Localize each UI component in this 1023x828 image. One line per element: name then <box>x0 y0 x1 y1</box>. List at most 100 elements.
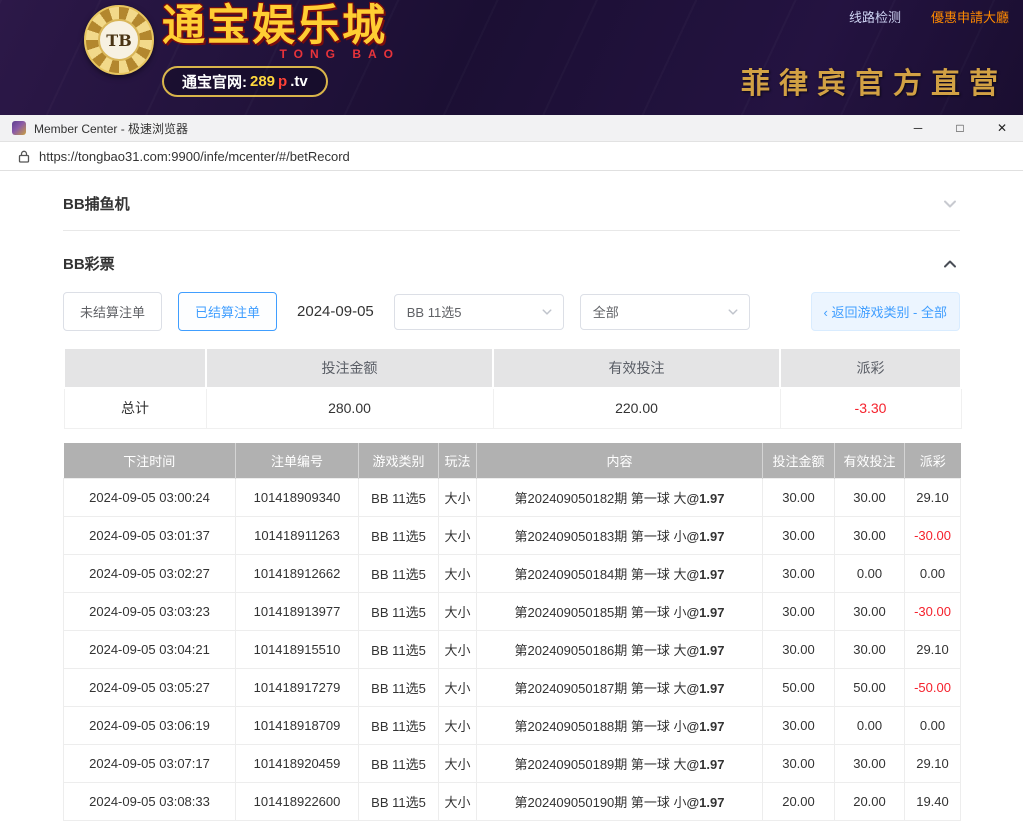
cell-order-no: 101418920459 <box>236 745 359 783</box>
banner-top-links: 线路检测 優惠申請大廳 <box>849 7 1009 26</box>
cell-order-no: 101418913977 <box>236 593 359 631</box>
bet-record-page: BB捕鱼机 BB彩票 未结算注单 已结算注单 2024-09-05 BB 11选… <box>0 171 1023 828</box>
minimize-button[interactable]: ─ <box>897 115 939 141</box>
url-field[interactable]: https://tongbao31.com:9900/infe/mcenter/… <box>39 149 350 164</box>
cell-payout: 19.40 <box>905 783 961 821</box>
cell-bet-time: 2024-09-05 03:04:21 <box>64 631 236 669</box>
cell-bet-amount: 30.00 <box>763 517 835 555</box>
summary-header-row: 投注金额 有效投注 派彩 <box>64 348 961 388</box>
table-row: 2024-09-05 03:02:27101418912662BB 11选5大小… <box>64 555 961 593</box>
content-text: 第202409050188期 第一球 小 <box>515 719 687 734</box>
summary-valid-bet: 220.00 <box>493 388 780 428</box>
cell-bet-time: 2024-09-05 03:07:17 <box>64 745 236 783</box>
site-url-part2: p <box>278 73 287 90</box>
cell-play-type: 大小 <box>439 707 477 745</box>
cell-order-no: 101418918709 <box>236 707 359 745</box>
unsettled-bets-button[interactable]: 未结算注单 <box>63 292 162 331</box>
cell-bet-time: 2024-09-05 03:00:24 <box>64 479 236 517</box>
header-play-type: 玩法 <box>439 443 477 479</box>
section-lottery[interactable]: BB彩票 <box>63 231 960 278</box>
cell-valid-bet: 30.00 <box>835 745 905 783</box>
content-text: 第202409050186期 第一球 大 <box>515 643 687 658</box>
chevron-down-icon[interactable] <box>940 194 960 214</box>
brand-block: 通宝娱乐城 TONG BAO 通宝官网: 289p.tv <box>162 4 400 97</box>
cell-content: 第202409050186期 第一球 大@1.97 <box>477 631 763 669</box>
game-type-select-value: BB 11选5 <box>407 302 462 321</box>
official-site-pill: 通宝官网: 289p.tv <box>162 66 328 97</box>
table-row: 2024-09-05 03:08:33101418922600BB 11选5大小… <box>64 783 961 821</box>
cell-valid-bet: 20.00 <box>835 783 905 821</box>
summary-header-valid-bet: 有效投注 <box>493 348 780 388</box>
bet-table-body: 2024-09-05 03:00:24101418909340BB 11选5大小… <box>64 479 961 821</box>
cell-content: 第202409050190期 第一球 小@1.97 <box>477 783 763 821</box>
filter-bar: 未结算注单 已结算注单 2024-09-05 BB 11选5 全部 ‹ 返回游戏… <box>63 292 960 331</box>
content-text: 第202409050185期 第一球 小 <box>515 605 687 620</box>
cell-bet-amount: 30.00 <box>763 707 835 745</box>
maximize-button[interactable]: □ <box>939 115 981 141</box>
date-filter[interactable]: 2024-09-05 <box>297 303 374 320</box>
cell-content: 第202409050187期 第一球 大@1.97 <box>477 669 763 707</box>
cell-bet-amount: 30.00 <box>763 631 835 669</box>
cell-bet-amount: 30.00 <box>763 593 835 631</box>
content-odds: @1.97 <box>687 529 725 544</box>
window-controls: ─ □ ✕ <box>897 115 1023 141</box>
brand-chip-label: TB <box>98 19 140 61</box>
promo-apply-link[interactable]: 優惠申請大廳 <box>931 7 1009 26</box>
close-button[interactable]: ✕ <box>981 115 1023 141</box>
cell-bet-time: 2024-09-05 03:01:37 <box>64 517 236 555</box>
section-fishing[interactable]: BB捕鱼机 <box>63 171 960 231</box>
screen: TB 通宝娱乐城 TONG BAO 通宝官网: 289p.tv 线路检测 優惠申… <box>0 0 1023 828</box>
cell-valid-bet: 50.00 <box>835 669 905 707</box>
back-to-game-category-button[interactable]: ‹ 返回游戏类别 - 全部 <box>811 292 961 331</box>
content-odds: @1.97 <box>687 795 725 810</box>
header-bet-amount: 投注金额 <box>763 443 835 479</box>
cell-play-type: 大小 <box>439 517 477 555</box>
cell-play-type: 大小 <box>439 555 477 593</box>
summary-total-row: 总计 280.00 220.00 -3.30 <box>64 388 961 428</box>
content-odds: @1.97 <box>687 605 725 620</box>
cell-order-no: 101418911263 <box>236 517 359 555</box>
header-payout: 派彩 <box>905 443 961 479</box>
cell-bet-time: 2024-09-05 03:08:33 <box>64 783 236 821</box>
browser-favicon <box>12 121 26 135</box>
browser-titlebar: Member Center - 极速浏览器 ─ □ ✕ <box>0 115 1023 142</box>
cell-bet-time: 2024-09-05 03:02:27 <box>64 555 236 593</box>
cell-payout: -30.00 <box>905 517 961 555</box>
window-title: Member Center - 极速浏览器 <box>34 120 188 137</box>
section-fishing-title: BB捕鱼机 <box>63 193 130 214</box>
game-type-select[interactable]: BB 11选5 <box>394 294 564 330</box>
cell-bet-time: 2024-09-05 03:03:23 <box>64 593 236 631</box>
table-row: 2024-09-05 03:05:27101418917279BB 11选5大小… <box>64 669 961 707</box>
line-check-link[interactable]: 线路检测 <box>849 7 901 26</box>
browser-addressbar: https://tongbao31.com:9900/infe/mcenter/… <box>0 142 1023 171</box>
cell-order-no: 101418912662 <box>236 555 359 593</box>
content-text: 第202409050190期 第一球 小 <box>515 795 687 810</box>
official-tagline: 菲律宾官方直营 <box>741 60 1007 102</box>
bet-record-table: 下注时间 注单编号 游戏类别 玩法 内容 投注金额 有效投注 派彩 2024-0… <box>63 443 961 822</box>
cell-valid-bet: 30.00 <box>835 593 905 631</box>
settled-bets-button[interactable]: 已结算注单 <box>178 292 277 331</box>
cell-bet-time: 2024-09-05 03:06:19 <box>64 707 236 745</box>
cell-content: 第202409050182期 第一球 大@1.97 <box>477 479 763 517</box>
cell-play-type: 大小 <box>439 669 477 707</box>
content-odds: @1.97 <box>687 567 725 582</box>
summary-header-payout: 派彩 <box>780 348 961 388</box>
cell-game-type: BB 11选5 <box>359 631 439 669</box>
cell-payout: 0.00 <box>905 707 961 745</box>
cell-valid-bet: 30.00 <box>835 631 905 669</box>
table-row: 2024-09-05 03:06:19101418918709BB 11选5大小… <box>64 707 961 745</box>
header-game-type: 游戏类别 <box>359 443 439 479</box>
cell-bet-amount: 20.00 <box>763 783 835 821</box>
header-order-no: 注单编号 <box>236 443 359 479</box>
table-row: 2024-09-05 03:01:37101418911263BB 11选5大小… <box>64 517 961 555</box>
bet-type-select[interactable]: 全部 <box>580 294 750 330</box>
chevron-up-icon[interactable] <box>940 254 960 274</box>
content-odds: @1.97 <box>687 757 725 772</box>
bet-table-header-row: 下注时间 注单编号 游戏类别 玩法 内容 投注金额 有效投注 派彩 <box>64 443 961 479</box>
content-text: 第202409050183期 第一球 小 <box>515 529 687 544</box>
chevron-down-icon <box>727 306 739 318</box>
site-banner: TB 通宝娱乐城 TONG BAO 通宝官网: 289p.tv 线路检测 優惠申… <box>0 0 1023 115</box>
cell-bet-time: 2024-09-05 03:05:27 <box>64 669 236 707</box>
site-label: 通宝官网: <box>182 71 247 92</box>
summary-payout: -3.30 <box>780 388 961 428</box>
